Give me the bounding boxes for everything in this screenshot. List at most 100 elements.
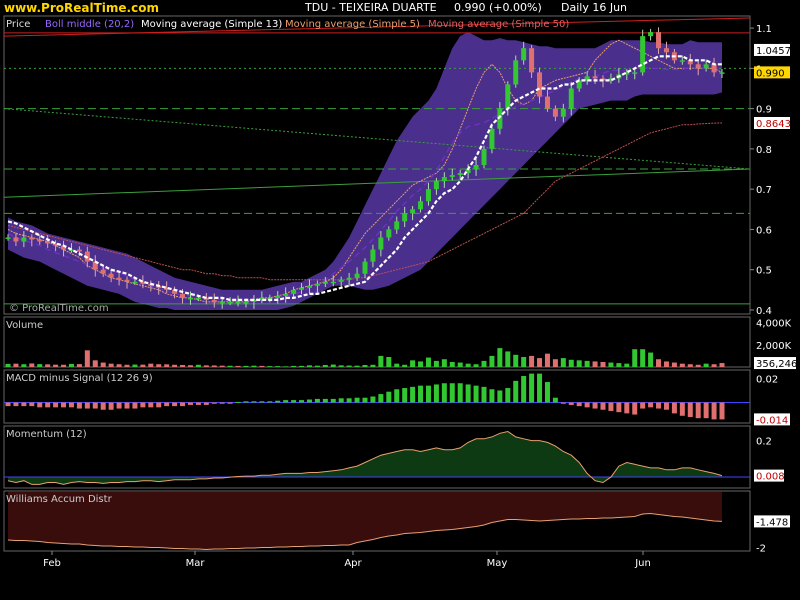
volume-bar (5, 363, 11, 367)
macd-bar (84, 402, 90, 409)
macd-bar (156, 402, 162, 408)
volume-bar (465, 363, 471, 367)
volume-bar (552, 359, 558, 367)
candle-body (386, 229, 392, 238)
volume-bar (84, 350, 90, 367)
volume-bar (291, 365, 297, 367)
candle-body (37, 239, 43, 242)
volume-bar (195, 364, 201, 367)
volume-bar (402, 364, 408, 367)
volume-bar (521, 357, 527, 367)
macd-bar (354, 397, 360, 403)
macd-bar (37, 402, 43, 408)
macd-bar (211, 402, 217, 404)
price-y-tick: 0.7 (756, 185, 772, 196)
momentum-badge-label: 0.008 (756, 472, 785, 483)
volume-bar (513, 354, 519, 367)
stock-chart-svg[interactable]: Price Boll middle (20,2) Moving average (S… (0, 0, 800, 600)
volume-bar (61, 364, 67, 367)
candle-body (481, 148, 487, 165)
volume-bar (164, 364, 170, 367)
volume-bar (92, 360, 98, 367)
candle-body (108, 273, 114, 278)
macd-bar (251, 401, 257, 403)
volume-bar (362, 365, 368, 367)
macd-bar (544, 382, 550, 403)
candle-body (394, 221, 400, 230)
macd-bar (568, 402, 574, 405)
macd-badge-label: -0.014 (756, 415, 788, 426)
macd-bar (378, 394, 384, 403)
candle-body (314, 283, 320, 286)
macd-bar (719, 402, 725, 420)
candle-body (235, 301, 241, 304)
candle-body (711, 64, 717, 73)
watermark-text: © ProRealTime.com (9, 303, 109, 314)
macd-bar (449, 383, 455, 403)
volume-bar (251, 365, 257, 367)
macd-bar (45, 402, 51, 408)
volume-y-tick: 2,000K (756, 341, 792, 352)
candle-body (21, 237, 27, 242)
macd-bar (21, 402, 27, 407)
candle-body (187, 297, 193, 300)
volume-bar (346, 365, 352, 367)
price-badge-label-2: 0.8643 (756, 119, 791, 130)
candle-body (433, 181, 439, 190)
volume-bar (624, 363, 630, 367)
volume-bar (433, 360, 439, 367)
candle-body (330, 281, 336, 284)
volume-bar (394, 363, 400, 367)
price-y-tick: 0.6 (756, 225, 772, 236)
volume-bar (76, 364, 82, 367)
candle-body (338, 279, 344, 282)
volume-bar (203, 365, 209, 367)
candle-body (132, 281, 138, 284)
volume-bar (172, 364, 178, 367)
macd-bar (259, 401, 265, 403)
volume-bar (656, 359, 662, 367)
volume-bar (386, 357, 392, 367)
volume-bar (29, 363, 35, 367)
volume-bar (505, 351, 511, 367)
candle-body (76, 249, 82, 252)
price-legend-0: Price (6, 19, 30, 30)
volume-bar (267, 366, 273, 367)
macd-bar (148, 402, 154, 408)
volume-bar (473, 364, 479, 367)
macd-bar (116, 402, 122, 409)
macd-bar (608, 402, 614, 411)
macd-bar (124, 402, 130, 409)
candle-body (592, 76, 598, 79)
volume-bar (283, 366, 289, 367)
volume-bar (338, 365, 344, 367)
macd-bar (108, 402, 114, 410)
candle-body (124, 279, 130, 282)
volume-bar (418, 361, 424, 367)
macd-bar (346, 398, 352, 403)
volume-bar (354, 365, 360, 367)
candle-body (560, 108, 566, 117)
macd-bar (227, 402, 233, 404)
candle-body (299, 287, 305, 290)
macd-bar (13, 402, 19, 407)
macd-bar (306, 399, 312, 403)
price-legend-4: Moving average (Simple 50) (428, 19, 569, 30)
macd-bar (624, 402, 630, 414)
macd-bar (576, 402, 582, 407)
x-tick-label: Apr (344, 558, 362, 569)
candle-body (306, 285, 312, 288)
volume-bar (457, 362, 463, 367)
candle-body (418, 201, 424, 210)
candle-body (227, 301, 233, 304)
volume-bar (322, 365, 328, 367)
macd-bar (521, 376, 527, 403)
candle-body (354, 273, 360, 278)
volume-bar (314, 365, 320, 367)
volume-bar (600, 362, 606, 367)
volume-bar (378, 355, 384, 367)
volume-title: Volume (6, 320, 43, 331)
volume-bar (211, 365, 217, 367)
macd-bar (267, 401, 273, 403)
volume-bar (640, 349, 646, 367)
